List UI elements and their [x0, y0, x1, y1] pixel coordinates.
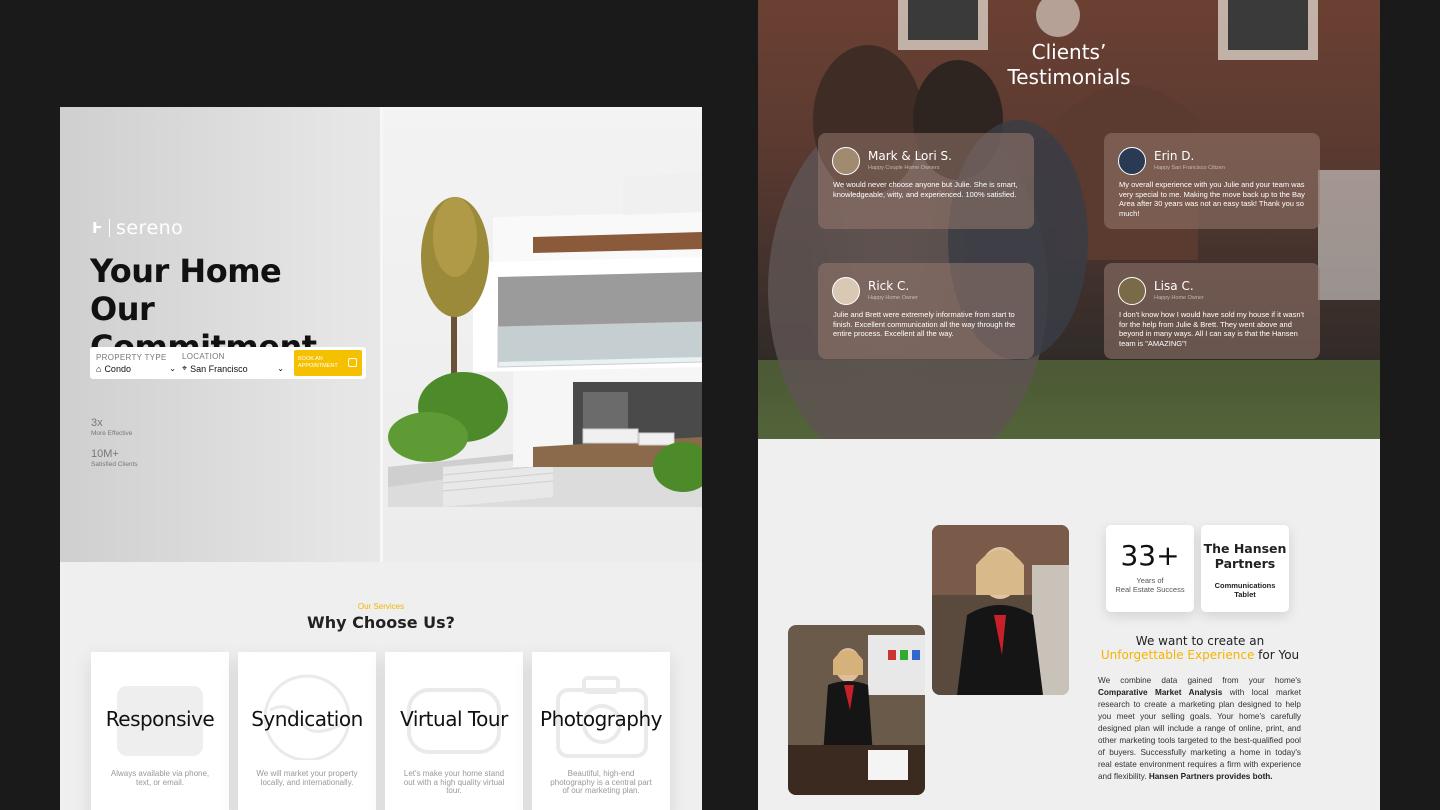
- brand-name: sereno: [115, 217, 184, 239]
- about-body: We combine data gained from your home's …: [1098, 675, 1301, 783]
- partners-badge: The Hansen Partners Communications Table…: [1201, 525, 1289, 612]
- stat-label: Satisfied Clients: [91, 461, 138, 468]
- years-badge: 33+ Years of Real Estate Success: [1106, 525, 1194, 612]
- logo-separator: [108, 219, 110, 237]
- testimonial-name: Lisa C.: [1154, 279, 1194, 293]
- about-body-text: with local market research to create a m…: [1098, 688, 1301, 781]
- service-card-photography[interactable]: Photography Beautiful, high-end photogra…: [532, 652, 670, 810]
- testimonial-card[interactable]: Mark & Lori S. Happy Couple Home Owners …: [818, 133, 1034, 229]
- about-heading-line1: We want to create an: [1135, 634, 1265, 648]
- homepage-mockup: Ⱶ sereno Your Home Our Commitment PROPER…: [60, 107, 702, 810]
- testimonial-role: Happy Home Owner: [868, 295, 918, 301]
- partners-label-line2: Tablet: [1234, 590, 1256, 599]
- location-value: San Francisco: [190, 363, 248, 374]
- years-label-line2: Real Estate Success: [1115, 585, 1185, 594]
- stat-effective: 3x More Effective: [91, 417, 132, 437]
- testimonial-card[interactable]: Rick C. Happy Home Owner Julie and Brett…: [818, 263, 1034, 359]
- testimonial-role: Happy San Francisco Citizen: [1154, 165, 1225, 171]
- service-title: Syndication: [251, 707, 363, 731]
- services-title: Why Choose Us?: [307, 613, 455, 632]
- hero-title-line1: Your Home: [90, 252, 282, 290]
- years-value: 33+: [1120, 539, 1180, 572]
- modern-house-image: [388, 172, 702, 507]
- service-desc: Beautiful, high-end photography is a cen…: [550, 769, 652, 795]
- agent-presenting-image: [788, 625, 925, 795]
- property-type-label: PROPERTY TYPE: [96, 352, 167, 362]
- location-pin-icon: ⌖: [182, 363, 188, 373]
- property-search-bar: PROPERTY TYPE ⌂ Condo ⌄ LOCATION ⌖ San F…: [90, 347, 366, 379]
- service-desc: Always available via phone, text, or ema…: [110, 769, 210, 787]
- testimonials-title-line2: Testimonials: [1007, 65, 1131, 89]
- service-card-syndication[interactable]: Syndication We will market your property…: [238, 652, 376, 810]
- about-body-bold: Comparative Market Analysis: [1098, 688, 1223, 697]
- book-appointment-button[interactable]: BOOK AN APPOINTMENT: [294, 350, 362, 376]
- avatar: [1118, 147, 1146, 175]
- avatar: [1118, 277, 1146, 305]
- about-page-mockup: Clients’ Testimonials Mark & Lori S. Hap…: [758, 0, 1380, 810]
- location-label: LOCATION: [182, 352, 225, 361]
- about-body-text: We combine data gained from your home's: [1098, 676, 1301, 685]
- service-title: Responsive: [105, 707, 215, 731]
- stat-value: 3x: [91, 417, 103, 429]
- partners-title-line2: Partners: [1214, 556, 1276, 571]
- services-cards: Responsive Always available via phone, t…: [91, 652, 670, 810]
- brand-logo[interactable]: Ⱶ sereno: [92, 217, 183, 239]
- testimonial-text: My overall experience with you Julie and…: [1119, 180, 1305, 218]
- service-card-responsive[interactable]: Responsive Always available via phone, t…: [91, 652, 229, 810]
- testimonials-title-line1: Clients’: [1031, 40, 1107, 64]
- service-title: Virtual Tour: [400, 707, 508, 731]
- agent-portrait-image: [932, 525, 1069, 695]
- service-title: Photography: [540, 707, 662, 731]
- years-label-line1: Years of: [1136, 576, 1164, 585]
- testimonial-card[interactable]: Erin D. Happy San Francisco Citizen My o…: [1104, 133, 1320, 229]
- about-body-bold: Hansen Partners provides both.: [1148, 772, 1273, 781]
- home-icon: ⌂: [96, 363, 102, 374]
- testimonial-name: Erin D.: [1154, 149, 1195, 163]
- property-type-select[interactable]: PROPERTY TYPE ⌂ Condo ⌄: [96, 353, 182, 374]
- service-desc: Let's make your home stand out with a hi…: [403, 769, 505, 795]
- service-desc: We will market your property locally, an…: [256, 769, 358, 787]
- testimonial-text: I don't know how I would have sold my ho…: [1119, 310, 1305, 348]
- chevron-down-icon: ⌄: [277, 364, 284, 373]
- testimonial-role: Happy Couple Home Owners: [868, 165, 940, 171]
- stat-clients: 10M+ Satisfied Clients: [91, 448, 138, 468]
- services-eyebrow: Our Services: [357, 602, 405, 611]
- testimonial-text: We would never choose anyone but Julie. …: [833, 180, 1018, 199]
- logo-mark-icon: Ⱶ: [92, 219, 103, 237]
- stat-value: 10M+: [91, 448, 119, 460]
- about-heading-tail: for You: [1254, 648, 1300, 662]
- property-type-value: Condo: [104, 363, 131, 374]
- testimonial-card[interactable]: Lisa C. Happy Home Owner I don't know ho…: [1104, 263, 1320, 359]
- location-select[interactable]: LOCATION ⌖ San Francisco ⌄: [182, 352, 290, 374]
- avatar: [832, 147, 860, 175]
- testimonial-role: Happy Home Owner: [1154, 295, 1204, 301]
- avatar: [832, 277, 860, 305]
- testimonials-title: Clients’ Testimonials: [758, 40, 1380, 90]
- partners-title-line1: The Hansen: [1203, 541, 1287, 556]
- testimonial-text: Julie and Brett were extremely informati…: [833, 310, 1016, 338]
- testimonial-name: Mark & Lori S.: [868, 149, 952, 163]
- calendar-icon: [348, 358, 357, 367]
- about-heading: We want to create an Unforgettable Exper…: [1088, 634, 1312, 662]
- service-card-virtual-tour[interactable]: Virtual Tour Let's make your home stand …: [385, 652, 523, 810]
- partners-label-line1: Communications: [1214, 581, 1276, 590]
- about-heading-highlight: Unforgettable Experience: [1100, 648, 1255, 662]
- chevron-down-icon: ⌄: [169, 364, 176, 373]
- stat-label: More Effective: [91, 430, 133, 437]
- testimonials-section: Clients’ Testimonials Mark & Lori S. Hap…: [758, 0, 1380, 439]
- testimonial-name: Rick C.: [868, 279, 910, 293]
